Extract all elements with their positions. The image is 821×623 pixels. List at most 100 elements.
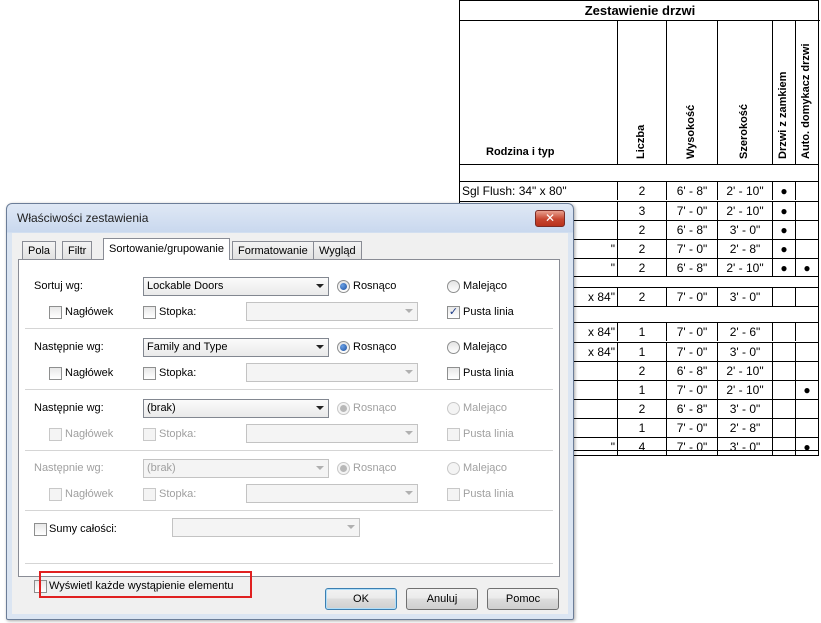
ascending-radio[interactable] <box>337 341 350 354</box>
help-button[interactable]: Pomoc <box>487 588 559 610</box>
check-icon: ✓ <box>448 306 459 318</box>
sort-field-dropdown[interactable]: (brak) <box>143 399 329 418</box>
descending-radio[interactable] <box>447 341 460 354</box>
ascending-label: Rosnąco <box>353 462 397 474</box>
table-cell <box>795 221 818 239</box>
header-checkbox[interactable] <box>49 428 62 441</box>
table-cell: 1 <box>617 343 666 361</box>
footer-checkbox-label: Stopka: <box>159 428 197 440</box>
table-row: Sgl Flush: 34" x 80" 2 6' - 8" 2' - 10" ● <box>460 182 818 201</box>
blank-line-checkbox[interactable] <box>447 488 460 501</box>
chevron-down-icon <box>405 370 413 374</box>
footer-checkbox[interactable] <box>143 428 156 441</box>
sorting-grouping-panel: Sortuj wg: Lockable Doors Rosnąco Malejąco N… <box>18 259 560 598</box>
table-cell: 3 <box>617 202 666 220</box>
footer-dropdown[interactable] <box>246 424 418 443</box>
header-height: Wysokość <box>666 21 717 164</box>
table-cell <box>795 202 818 220</box>
table-cell <box>795 240 818 258</box>
header-checkbox[interactable] <box>49 306 62 319</box>
table-cell: 7' - 0" <box>666 288 717 306</box>
grand-totals-checkbox[interactable] <box>34 523 47 536</box>
table-cell: 2' - 10" <box>717 362 772 380</box>
sort-level-label: Następnie wg: <box>34 462 104 474</box>
annotation-highlight-box <box>39 571 252 598</box>
radio-selected-dot <box>340 465 347 472</box>
tab-sortowanie[interactable]: Sortowanie/grupowanie <box>103 238 230 260</box>
footer-checkbox-label: Stopka: <box>159 367 197 379</box>
table-cell: 2' - 10" <box>717 381 772 399</box>
sort-level-label: Sortuj wg: <box>34 280 83 292</box>
table-cell: 6' - 8" <box>666 182 717 200</box>
blank-line-label: Pusta linia <box>463 306 514 318</box>
ok-button[interactable]: OK <box>325 588 397 610</box>
grand-totals-label: Sumy całości: <box>49 523 117 535</box>
ascending-radio[interactable] <box>337 280 350 293</box>
footer-dropdown[interactable] <box>246 302 418 321</box>
ascending-radio[interactable] <box>337 462 350 475</box>
blank-line-checkbox[interactable]: ✓ <box>447 306 460 319</box>
table-cell: 4 <box>617 438 666 456</box>
schedule-title: Zestawienie drzwi <box>460 1 820 21</box>
close-button[interactable]: ✕ <box>535 210 565 227</box>
table-cell: 1 <box>617 323 666 341</box>
header-checkbox-label: Nagłówek <box>65 367 114 379</box>
dialog-title: Właściwości zestawienia <box>17 211 149 225</box>
tab-wyglad[interactable]: Wygląd <box>313 241 362 259</box>
descending-radio[interactable] <box>447 402 460 415</box>
table-cell: 7' - 0" <box>666 343 717 361</box>
header-family-type: Rodzina i typ <box>460 21 617 164</box>
sort-field-dropdown[interactable]: Lockable Doors <box>143 277 329 296</box>
sort-field-value: (brak) <box>147 462 176 474</box>
footer-checkbox[interactable] <box>143 367 156 380</box>
table-cell: 6' - 8" <box>666 400 717 418</box>
table-cell: ● <box>772 202 795 220</box>
cancel-button[interactable]: Anuluj <box>406 588 478 610</box>
tab-formatowanie[interactable]: Formatowanie <box>232 241 314 259</box>
blank-line-label: Pusta linia <box>463 367 514 379</box>
table-cell: 7' - 0" <box>666 419 717 437</box>
chevron-down-icon <box>316 466 324 470</box>
footer-checkbox[interactable] <box>143 488 156 501</box>
table-cell: 7' - 0" <box>666 438 717 456</box>
footer-dropdown[interactable] <box>246 484 418 503</box>
radio-selected-dot <box>340 344 347 351</box>
header-closer: Auto. domykacz drzwi <box>795 21 818 164</box>
header-checkbox[interactable] <box>49 367 62 380</box>
separator <box>25 450 553 451</box>
table-cell: 3' - 0" <box>717 343 772 361</box>
table-cell: 3' - 0" <box>717 400 772 418</box>
header-checkbox[interactable] <box>49 488 62 501</box>
chevron-down-icon <box>316 406 324 410</box>
blank-line-checkbox[interactable] <box>447 428 460 441</box>
table-cell: 2' - 10" <box>717 202 772 220</box>
chevron-down-icon <box>347 525 355 529</box>
blank-line-checkbox[interactable] <box>447 367 460 380</box>
descending-label: Malejąco <box>463 280 508 292</box>
table-cell <box>795 362 818 380</box>
chevron-down-icon <box>316 345 324 349</box>
tab-pola[interactable]: Pola <box>22 241 57 259</box>
close-icon: ✕ <box>544 211 556 225</box>
table-cell: 2' - 8" <box>717 240 772 258</box>
sort-level-label: Następnie wg: <box>34 341 104 353</box>
footer-dropdown[interactable] <box>246 363 418 382</box>
table-cell: 7' - 0" <box>666 240 717 258</box>
grand-totals-dropdown[interactable] <box>172 518 360 537</box>
header-checkbox-label: Nagłówek <box>65 306 114 318</box>
sort-field-dropdown[interactable]: Family and Type <box>143 338 329 357</box>
table-cell: ● <box>772 221 795 239</box>
chevron-down-icon <box>316 284 324 288</box>
header-checkbox-label: Nagłówek <box>65 428 114 440</box>
table-cell: 3' - 0" <box>717 438 772 456</box>
table-cell: ● <box>772 240 795 258</box>
table-cell: 2 <box>617 259 666 277</box>
footer-checkbox[interactable] <box>143 306 156 319</box>
ascending-label: Rosnąco <box>353 341 397 353</box>
descending-radio[interactable] <box>447 462 460 475</box>
tab-filtr[interactable]: Filtr <box>62 241 93 259</box>
sort-field-dropdown[interactable]: (brak) <box>143 459 329 478</box>
ascending-radio[interactable] <box>337 402 350 415</box>
descending-radio[interactable] <box>447 280 460 293</box>
header-width: Szerokość <box>717 21 772 164</box>
